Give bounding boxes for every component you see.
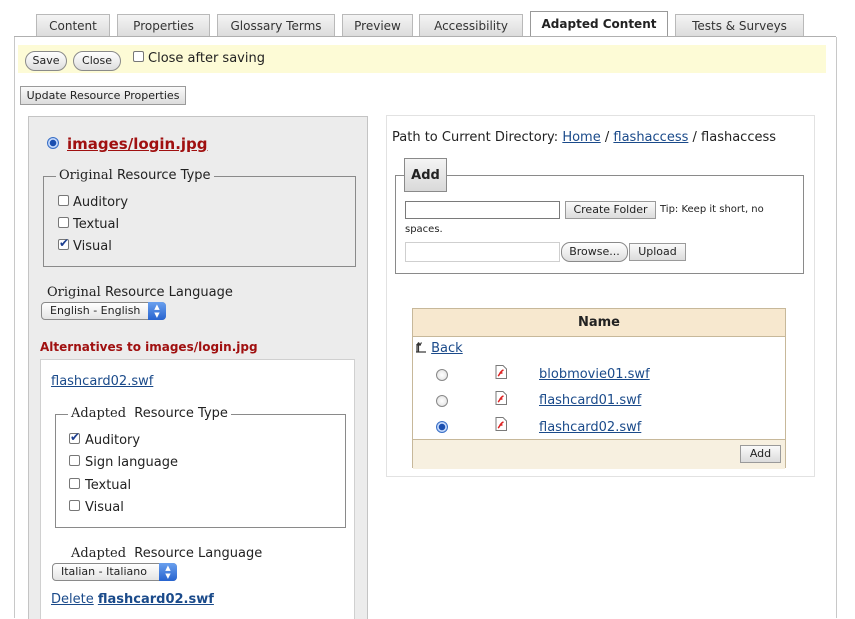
language-label-prefix: Original xyxy=(47,285,101,300)
delete-file-name: flashcard02.swf xyxy=(97,592,214,607)
path-separator: / xyxy=(604,130,610,145)
adapted-type-textual-checkbox[interactable] xyxy=(69,478,80,489)
path-label: Path to Current Directory: xyxy=(392,130,559,145)
tab-accessibility[interactable]: Accessibility xyxy=(419,14,523,36)
folder-tip: Tip: Keep it short, no xyxy=(660,204,764,215)
alternatives-heading: Alternatives to images/login.jpg xyxy=(40,340,258,354)
file-radio-flashcard02[interactable] xyxy=(436,421,448,433)
close-after-saving-checkbox[interactable] xyxy=(133,51,144,62)
flash-file-icon xyxy=(495,417,507,431)
original-type-visual-label: Visual xyxy=(73,239,112,254)
adapted-resource-type-legend: Adapted Resource Type xyxy=(68,406,231,421)
browse-button[interactable]: Browse... xyxy=(561,242,628,262)
add-file-button[interactable]: Add xyxy=(740,445,781,463)
adapted-type-visual-label: Visual xyxy=(85,500,124,515)
file-link-blobmovie01[interactable]: blobmovie01.swf xyxy=(539,367,650,382)
original-language-select[interactable]: English - English ▲ ▼ xyxy=(41,302,166,320)
file-upload-input[interactable] xyxy=(405,242,560,262)
adapted-language-rest: Resource Language xyxy=(134,546,263,561)
legend-prefix: Original xyxy=(59,168,113,183)
adapted-legend-prefix: Adapted xyxy=(71,406,127,421)
file-table: Name xyxy=(412,308,786,469)
update-resource-properties-button[interactable]: Update Resource Properties xyxy=(20,86,186,105)
folder-up-arrow-icon xyxy=(416,342,426,353)
delete-alternative-link[interactable]: Delete flashcard02.swf xyxy=(51,592,214,607)
select-arrows-icon: ▲ ▼ xyxy=(148,302,166,320)
select-arrows-icon: ▲ ▼ xyxy=(159,563,177,581)
file-table-header-name: Name xyxy=(413,309,785,337)
alternative-file-link[interactable]: flashcard02.swf xyxy=(51,374,153,389)
tab-tests-surveys[interactable]: Tests & Surveys xyxy=(675,14,804,36)
path-current: flashaccess xyxy=(701,130,777,145)
back-link[interactable]: Back xyxy=(415,341,463,356)
new-folder-input[interactable] xyxy=(405,201,560,219)
delete-prefix: Delete xyxy=(51,592,94,607)
flash-file-icon xyxy=(495,391,507,405)
resource-title-link[interactable]: images/login.jpg xyxy=(67,135,208,153)
file-link-flashcard02[interactable]: flashcard02.swf xyxy=(539,420,641,435)
original-language-label: Original Resource Language xyxy=(47,285,233,300)
upload-button[interactable]: Upload xyxy=(629,243,686,261)
tab-preview[interactable]: Preview xyxy=(342,14,413,36)
file-radio-blobmovie01[interactable] xyxy=(436,369,448,381)
original-resource-type-legend: Original Resource Type xyxy=(56,168,214,183)
file-link-flashcard01[interactable]: flashcard01.swf xyxy=(539,393,641,408)
tab-properties[interactable]: Properties xyxy=(117,14,210,36)
flash-file-icon xyxy=(495,365,507,379)
original-type-visual-checkbox[interactable] xyxy=(58,236,69,250)
adapted-language-label: Adapted Resource Language xyxy=(71,546,262,561)
legend-rest: Resource Type xyxy=(116,168,211,183)
original-language-value: English - English xyxy=(50,304,141,317)
add-legend: Add xyxy=(404,158,447,192)
adapted-language-select[interactable]: Italian - Italiano ▲ ▼ xyxy=(52,563,177,581)
adapted-type-sign-language-label: Sign language xyxy=(85,455,179,470)
adapted-language-value: Italian - Italiano xyxy=(61,565,147,578)
back-label: Back xyxy=(431,341,463,356)
adapted-type-visual-checkbox[interactable] xyxy=(69,500,80,511)
path-breadcrumb: Path to Current Directory: Home / flasha… xyxy=(392,130,776,145)
tab-content[interactable]: Content xyxy=(36,14,110,36)
original-type-auditory-label: Auditory xyxy=(73,195,129,210)
original-type-textual-checkbox[interactable] xyxy=(58,217,69,228)
file-radio-flashcard01[interactable] xyxy=(436,395,448,407)
adapted-type-auditory-label: Auditory xyxy=(85,433,141,448)
close-after-saving-label: Close after saving xyxy=(148,51,265,66)
path-home-link[interactable]: Home xyxy=(562,130,600,145)
adapted-language-prefix: Adapted xyxy=(71,546,127,561)
language-label-rest: Resource Language xyxy=(104,285,233,300)
resource-radio[interactable] xyxy=(47,137,59,149)
path-folder-link[interactable]: flashaccess xyxy=(613,130,688,145)
file-table-footer xyxy=(413,439,785,469)
adapted-legend-rest: Resource Type xyxy=(134,406,228,421)
adapted-type-textual-label: Textual xyxy=(85,478,132,493)
tab-adapted-content[interactable]: Adapted Content xyxy=(530,11,668,37)
tab-glossary-terms[interactable]: Glossary Terms xyxy=(217,14,335,36)
path-separator: / xyxy=(692,130,697,145)
create-folder-button[interactable]: Create Folder xyxy=(565,201,656,219)
close-button[interactable]: Close xyxy=(73,51,121,71)
save-button[interactable]: Save xyxy=(25,51,67,71)
original-type-textual-label: Textual xyxy=(73,217,120,232)
adapted-type-auditory-checkbox[interactable] xyxy=(69,430,80,444)
folder-tip-cont: spaces. xyxy=(405,224,443,235)
adapted-type-sign-language-checkbox[interactable] xyxy=(69,455,80,466)
original-type-auditory-checkbox[interactable] xyxy=(58,195,69,206)
